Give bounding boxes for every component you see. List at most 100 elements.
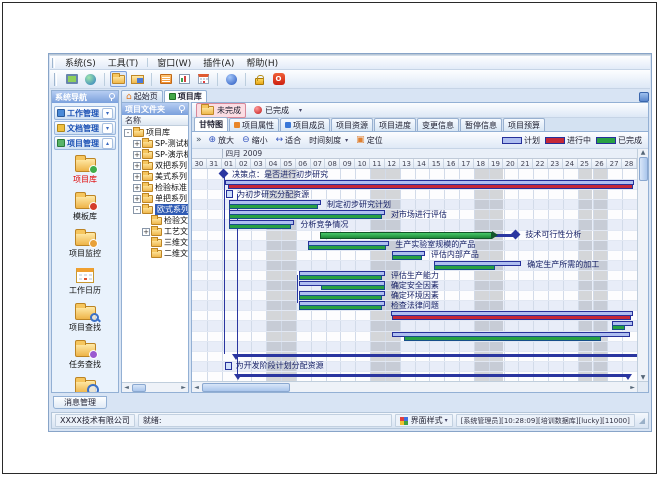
gantt-tab-4[interactable]: 项目资源 <box>331 118 373 131</box>
sidebar-item-6[interactable]: 任务查找 <box>52 336 118 373</box>
gantt-tab-3[interactable]: 项目成员 <box>280 118 330 131</box>
message-manager-tab[interactable]: 消息管理 <box>53 396 107 409</box>
tree-horizontal-scrollbar[interactable]: ◄ ► <box>122 382 188 392</box>
globe-icon[interactable] <box>82 71 99 87</box>
cal-icon[interactable] <box>195 71 212 87</box>
resize-grip[interactable]: ◢ <box>639 416 645 425</box>
scroll-left-arrow[interactable]: ◄ <box>122 384 131 391</box>
progress-bar[interactable] <box>404 336 601 341</box>
gantt-tool-5[interactable]: ▣定位 <box>353 134 386 147</box>
tree-item-10[interactable]: +工艺文件 <box>122 226 188 237</box>
tree-item-5[interactable]: +美式系列 <box>122 171 188 182</box>
tree-item-12[interactable]: 二维文件 <box>122 248 188 259</box>
sidebar-section-3[interactable]: 项目管理▴ <box>54 136 116 150</box>
help-icon[interactable] <box>223 71 240 87</box>
menu-item-4[interactable]: 插件(A) <box>197 56 240 69</box>
menu-item-1[interactable]: 系统(S) <box>59 56 102 69</box>
sidebar-item-4[interactable]: 工作日历 <box>52 262 118 299</box>
workspace-tab-2[interactable]: 项目库 <box>164 90 207 102</box>
report-icon[interactable] <box>176 71 193 87</box>
gantt-tab-6[interactable]: 变更信息 <box>417 118 459 131</box>
scroll-left-arrow[interactable]: ◄ <box>192 384 201 391</box>
sidebar-item-1[interactable]: 项目库 <box>52 151 118 188</box>
tree-item-3[interactable]: +SP-演示机系 <box>122 149 188 160</box>
progress-bar[interactable] <box>299 275 382 280</box>
sidebar-section-1[interactable]: 工作管理▾ <box>54 106 116 120</box>
sidebar-section-2[interactable]: 文档管理▾ <box>54 121 116 135</box>
menu-item-3[interactable]: 窗口(W) <box>151 56 197 69</box>
expander-icon[interactable]: + <box>133 162 141 170</box>
progress-bar[interactable] <box>229 214 382 219</box>
task-note-icon[interactable] <box>226 190 233 198</box>
progress-bar[interactable] <box>228 184 633 189</box>
summary-bar[interactable] <box>235 354 637 357</box>
folder-chart-icon[interactable] <box>129 71 146 87</box>
scrollbar-thumb[interactable] <box>202 383 290 392</box>
monitor-icon[interactable] <box>63 71 80 87</box>
filter-button-1[interactable]: 未完成 <box>196 103 246 118</box>
progress-bar[interactable] <box>299 305 382 310</box>
gantt-tab-7[interactable]: 暂停信息 <box>460 118 502 131</box>
expander-icon[interactable]: + <box>133 140 141 148</box>
expander-icon[interactable]: - <box>133 206 141 214</box>
tree-item-8[interactable]: -欧式系列 <box>122 204 188 215</box>
scroll-down-arrow[interactable]: ▼ <box>639 374 648 381</box>
lock-icon[interactable] <box>251 71 268 87</box>
progress-bar[interactable] <box>229 204 318 209</box>
tree-item-6[interactable]: +检验标准 <box>122 182 188 193</box>
tree-column-header[interactable]: 名称 <box>122 115 188 126</box>
gantt-tool-1[interactable]: ⊕放大 <box>206 134 238 147</box>
sidebar-item-5[interactable]: 项目查找 <box>52 299 118 336</box>
expander-icon[interactable]: + <box>133 151 141 159</box>
expander-icon[interactable]: + <box>133 173 141 181</box>
pin-icon[interactable] <box>178 105 185 113</box>
expander-icon[interactable]: + <box>133 195 141 203</box>
menu-item-5[interactable]: 帮助(H) <box>240 56 284 69</box>
gantt-tab-1[interactable]: 甘特图 <box>194 117 228 131</box>
tree-item-4[interactable]: +双把系列 <box>122 160 188 171</box>
gantt-vertical-scrollbar[interactable]: ▲ ▼ <box>637 149 648 381</box>
tree-item-9[interactable]: 检验文件 <box>122 215 188 226</box>
gantt-horizontal-scrollbar[interactable]: ◄ ► <box>192 381 637 392</box>
sidebar-item-7[interactable]: 项目文档查找 <box>52 373 118 392</box>
panel-button[interactable] <box>639 92 649 102</box>
chevron-down-icon[interactable]: ▾ <box>102 123 113 134</box>
gantt-tab-2[interactable]: 项目属性 <box>229 118 279 131</box>
chevron-down-icon[interactable]: ▾ <box>299 107 302 114</box>
mail-icon[interactable] <box>157 71 174 87</box>
progress-bar[interactable] <box>308 245 387 250</box>
sidebar-item-3[interactable]: 项目监控 <box>52 225 118 262</box>
folder-icon[interactable] <box>110 71 127 87</box>
progress-bar[interactable] <box>392 315 631 320</box>
expander-icon[interactable]: + <box>133 184 141 192</box>
scrollbar-thumb[interactable] <box>639 157 648 181</box>
progress-bar[interactable] <box>392 255 422 260</box>
progress-bar[interactable] <box>229 224 291 229</box>
gantt-tab-5[interactable]: 项目进度 <box>374 118 416 131</box>
gantt-tab-8[interactable]: 项目预算 <box>503 118 545 131</box>
chevron-up-icon[interactable]: ▴ <box>102 138 113 149</box>
scrollbar-thumb[interactable] <box>132 384 146 392</box>
scroll-right-arrow[interactable]: ► <box>179 384 188 391</box>
menu-item-2[interactable]: 工具(T) <box>102 56 145 69</box>
tree-item-1[interactable]: -项目库 <box>122 127 188 138</box>
summary-progress-bar[interactable] <box>320 232 492 239</box>
gantt-tool-2[interactable]: ⊖缩小 <box>239 134 271 147</box>
gantt-plot[interactable]: 决策点：是否进行初步研究为初步研究分配资源制定初步研究计划对市场进行评估分析竞争… <box>192 169 637 381</box>
progress-bar[interactable] <box>612 325 625 330</box>
tree-item-11[interactable]: 三维文件 <box>122 237 188 248</box>
scroll-up-arrow[interactable]: ▲ <box>639 149 648 156</box>
task-note-icon[interactable] <box>225 362 232 370</box>
progress-bar[interactable] <box>299 295 382 300</box>
filter-button-2[interactable]: 已完成 <box>249 103 294 118</box>
progress-bar[interactable] <box>434 265 495 270</box>
toolbar-overflow-chevron[interactable]: » <box>196 135 202 145</box>
gantt-tool-4[interactable]: 时间刻度▾ <box>306 134 351 147</box>
tree-item-7[interactable]: +单把系列 <box>122 193 188 204</box>
workspace-tab-1[interactable]: ⌂起始页 <box>121 90 163 102</box>
gantt-tool-3[interactable]: ↔适合 <box>273 134 305 147</box>
exit-icon[interactable]: O <box>270 71 287 87</box>
summary-bar[interactable] <box>237 374 629 377</box>
progress-bar[interactable] <box>321 285 385 290</box>
chevron-down-icon[interactable]: ▾ <box>102 108 113 119</box>
